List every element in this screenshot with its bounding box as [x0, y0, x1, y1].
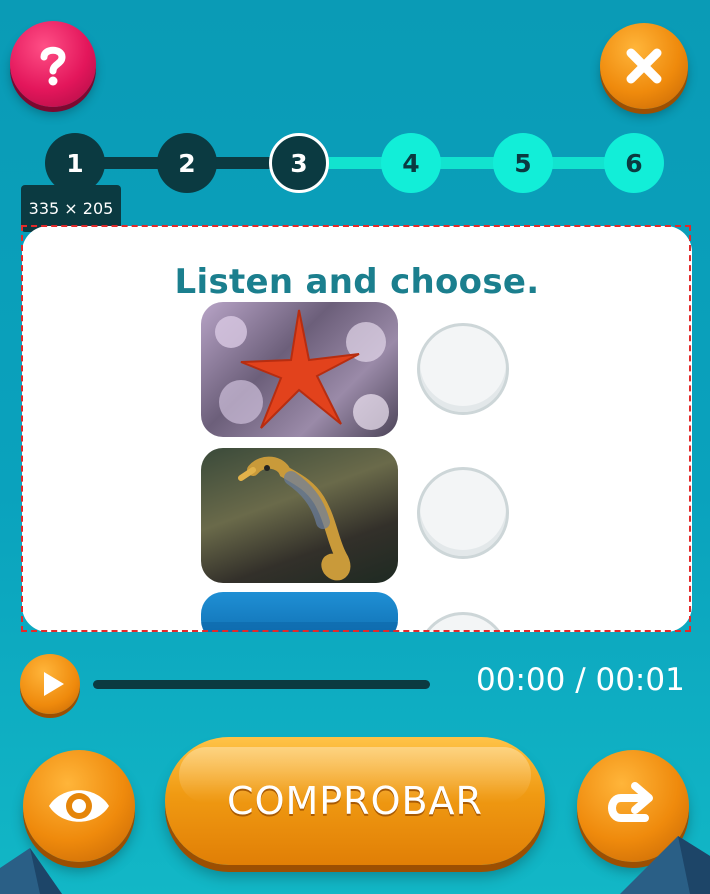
audio-progress-bar[interactable]	[93, 680, 430, 689]
close-x-icon	[626, 48, 662, 84]
audio-time: 00:00 / 00:01	[476, 662, 685, 698]
step-3-current[interactable]: 3	[269, 133, 329, 193]
answer-radio-1[interactable]	[417, 323, 509, 415]
step-1[interactable]: 1	[45, 133, 105, 193]
step-6[interactable]: 6	[604, 133, 664, 193]
close-button[interactable]	[600, 23, 688, 109]
play-button[interactable]	[20, 654, 80, 714]
step-track-remaining	[300, 157, 620, 169]
instruction-title: Listen and choose.	[174, 262, 540, 302]
check-button-label: COMPROBAR	[227, 779, 483, 823]
dimension-tooltip: 335 × 205	[21, 185, 121, 232]
blue-water-photo	[201, 622, 398, 632]
activity-card: Listen and choose.	[22, 226, 692, 632]
step-2[interactable]: 2	[157, 133, 217, 193]
seahorse-photo	[238, 456, 351, 581]
redo-arrow-icon	[608, 782, 653, 822]
step-4[interactable]: 4	[381, 133, 441, 193]
answer-radio-2[interactable]	[417, 467, 509, 559]
starfish-image-option[interactable]	[201, 302, 398, 437]
blue-water-image-option[interactable]	[201, 592, 398, 632]
check-button[interactable]: COMPROBAR	[165, 737, 545, 865]
starfish-photo	[215, 309, 389, 430]
reveal-answer-button[interactable]	[23, 750, 135, 862]
step-progress: 1 2 3 4 5 6	[45, 133, 665, 195]
seahorse-image-option[interactable]	[201, 448, 398, 583]
help-button[interactable]	[10, 21, 96, 107]
question-mark-icon	[40, 46, 66, 86]
decorative-rock-left	[0, 848, 62, 894]
decorative-rock-right	[620, 836, 710, 894]
play-icon	[43, 672, 64, 696]
step-5[interactable]: 5	[493, 133, 553, 193]
eye-icon	[49, 790, 109, 822]
answer-radio-3[interactable]	[417, 612, 509, 632]
